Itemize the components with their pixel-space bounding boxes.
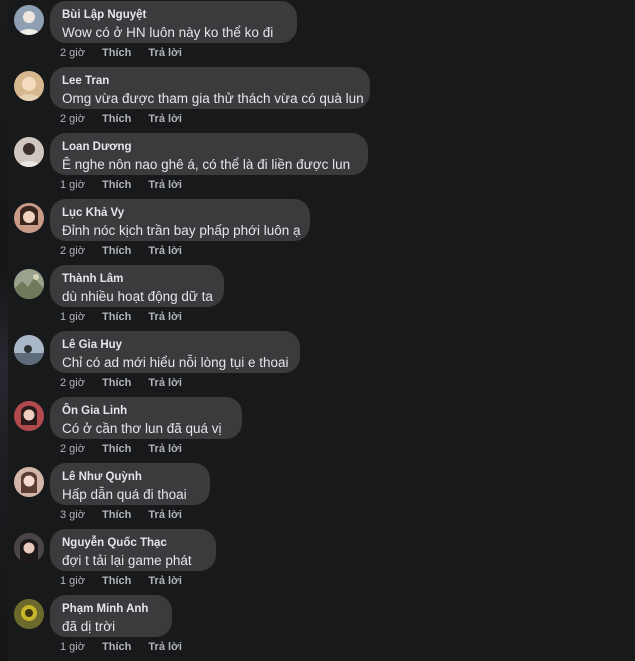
comment-list: Bùi Lập Nguyệt Wow có ở HN luôn này ko t… (0, 0, 635, 661)
comment-meta: 1 giờ Thích Trả lời (60, 311, 196, 323)
comment: Lê Gia Huy Chỉ có ad mới hiểu nỗi lòng t… (14, 331, 614, 401)
comment-author[interactable]: Thành Lâm (62, 265, 212, 286)
reply-button[interactable]: Trả lời (148, 575, 182, 587)
comment-meta: 3 giờ Thích Trả lời (60, 509, 196, 521)
comment-meta: 2 giờ Thích Trả lời (60, 443, 196, 455)
comment-bubble: Thành Lâm dù nhiều hoạt động dữ ta (50, 265, 224, 307)
comment-time[interactable]: 1 giờ (60, 311, 85, 323)
reply-button[interactable]: Trả lời (148, 509, 182, 521)
comment-time[interactable]: 2 giờ (60, 47, 85, 59)
comment-bubble: Lê Như Quỳnh Hấp dẫn quá đi thoai (50, 463, 210, 505)
reply-button[interactable]: Trả lời (148, 179, 182, 191)
comment-bubble: Ôn Gia Linh Có ở cần thơ lun đã quá vị (50, 397, 242, 439)
comment-author[interactable]: Lee Tran (62, 67, 358, 88)
comment-text: đã dị trời (62, 619, 116, 634)
comment: Nguyễn Quốc Thạc đợi t tải lại game phát… (14, 529, 614, 599)
reply-button[interactable]: Trả lời (148, 641, 182, 653)
comment-text: đợi t tải lại game phát (62, 553, 192, 568)
comment-text: Đỉnh nóc kịch trần bay phấp phới luôn ạ (62, 223, 301, 238)
like-button[interactable]: Thích (102, 641, 131, 653)
comment-meta: 1 giờ Thích Trả lời (60, 641, 196, 653)
comment-author[interactable]: Loan Dương (62, 133, 356, 154)
reply-button[interactable]: Trả lời (148, 113, 182, 125)
comment-bubble: Lê Gia Huy Chỉ có ad mới hiểu nỗi lòng t… (50, 331, 300, 373)
comment-author[interactable]: Bùi Lập Nguyệt (62, 1, 285, 22)
like-button[interactable]: Thích (102, 311, 131, 323)
comment-text: Có ở cần thơ lun đã quá vị (62, 421, 222, 436)
comment-bubble: Bùi Lập Nguyệt Wow có ở HN luôn này ko t… (50, 1, 297, 43)
comment-author[interactable]: Phạm Minh Anh (62, 595, 160, 616)
comment-time[interactable]: 2 giờ (60, 113, 85, 125)
comment-meta: 1 giờ Thích Trả lời (60, 179, 196, 191)
avatar[interactable] (14, 5, 44, 35)
avatar[interactable] (14, 71, 44, 101)
comment-text: Wow có ở HN luôn này ko thể ko đi (62, 25, 274, 40)
comment: Phạm Minh Anh đã dị trời 1 giờ Thích Trả… (14, 595, 614, 661)
comment-author[interactable]: Nguyễn Quốc Thạc (62, 529, 204, 550)
comment: Thành Lâm dù nhiều hoạt động dữ ta 1 giờ… (14, 265, 614, 335)
comment: Lê Như Quỳnh Hấp dẫn quá đi thoai 3 giờ … (14, 463, 614, 533)
comment-time[interactable]: 2 giờ (60, 443, 85, 455)
avatar[interactable] (14, 533, 44, 563)
comment: Ôn Gia Linh Có ở cần thơ lun đã quá vị 2… (14, 397, 614, 467)
comment-meta: 2 giờ Thích Trả lời (60, 113, 196, 125)
reply-button[interactable]: Trả lời (148, 443, 182, 455)
avatar[interactable] (14, 467, 44, 497)
like-button[interactable]: Thích (102, 377, 131, 389)
comment-text: Chỉ có ad mới hiểu nỗi lòng tụi e thoai (62, 355, 289, 370)
comment-bubble: Phạm Minh Anh đã dị trời (50, 595, 172, 637)
comment-time[interactable]: 1 giờ (60, 575, 85, 587)
avatar[interactable] (14, 269, 44, 299)
comment: Loan Dương Ê nghe nôn nao ghê á, có thể … (14, 133, 614, 203)
comment-author[interactable]: Lục Khả Vy (62, 199, 298, 220)
comment-meta: 2 giờ Thích Trả lời (60, 377, 196, 389)
comment-time[interactable]: 1 giờ (60, 641, 85, 653)
comment-meta: 1 giờ Thích Trả lời (60, 575, 196, 587)
like-button[interactable]: Thích (102, 113, 131, 125)
comment-text: Hấp dẫn quá đi thoai (62, 487, 187, 502)
comment-time[interactable]: 2 giờ (60, 377, 85, 389)
avatar[interactable] (14, 203, 44, 233)
comment: Lee Tran Omg vừa được tham gia thử thách… (14, 67, 614, 137)
comment: Bùi Lập Nguyệt Wow có ở HN luôn này ko t… (14, 1, 614, 71)
avatar[interactable] (14, 401, 44, 431)
comment-time[interactable]: 2 giờ (60, 245, 85, 257)
comments-panel: Bùi Lập Nguyệt Wow có ở HN luôn này ko t… (0, 0, 635, 661)
reply-button[interactable]: Trả lời (148, 245, 182, 257)
like-button[interactable]: Thích (102, 47, 131, 59)
comment-author[interactable]: Lê Gia Huy (62, 331, 288, 352)
like-button[interactable]: Thích (102, 443, 131, 455)
reply-button[interactable]: Trả lời (148, 311, 182, 323)
like-button[interactable]: Thích (102, 509, 131, 521)
avatar[interactable] (14, 599, 44, 629)
avatar[interactable] (14, 335, 44, 365)
comment-author[interactable]: Ôn Gia Linh (62, 397, 230, 418)
comment-meta: 2 giờ Thích Trả lời (60, 47, 196, 59)
like-button[interactable]: Thích (102, 245, 131, 257)
comment-bubble: Nguyễn Quốc Thạc đợi t tải lại game phát (50, 529, 216, 571)
reply-button[interactable]: Trả lời (148, 377, 182, 389)
avatar[interactable] (14, 137, 44, 167)
like-button[interactable]: Thích (102, 575, 131, 587)
comment-bubble: Lục Khả Vy Đỉnh nóc kịch trần bay phấp p… (50, 199, 310, 241)
comment-time[interactable]: 1 giờ (60, 179, 85, 191)
like-button[interactable]: Thích (102, 179, 131, 191)
comment-meta: 2 giờ Thích Trả lời (60, 245, 196, 257)
reply-button[interactable]: Trả lời (148, 47, 182, 59)
comment: Lục Khả Vy Đỉnh nóc kịch trần bay phấp p… (14, 199, 614, 269)
comment-bubble: Lee Tran Omg vừa được tham gia thử thách… (50, 67, 370, 109)
comment-time[interactable]: 3 giờ (60, 509, 85, 521)
comment-author[interactable]: Lê Như Quỳnh (62, 463, 198, 484)
comment-text: dù nhiều hoạt động dữ ta (62, 289, 213, 304)
comment-text: Ê nghe nôn nao ghê á, có thể là đi liền … (62, 157, 351, 172)
comment-text: Omg vừa được tham gia thử thách vừa có q… (62, 91, 364, 106)
comment-bubble: Loan Dương Ê nghe nôn nao ghê á, có thể … (50, 133, 368, 175)
